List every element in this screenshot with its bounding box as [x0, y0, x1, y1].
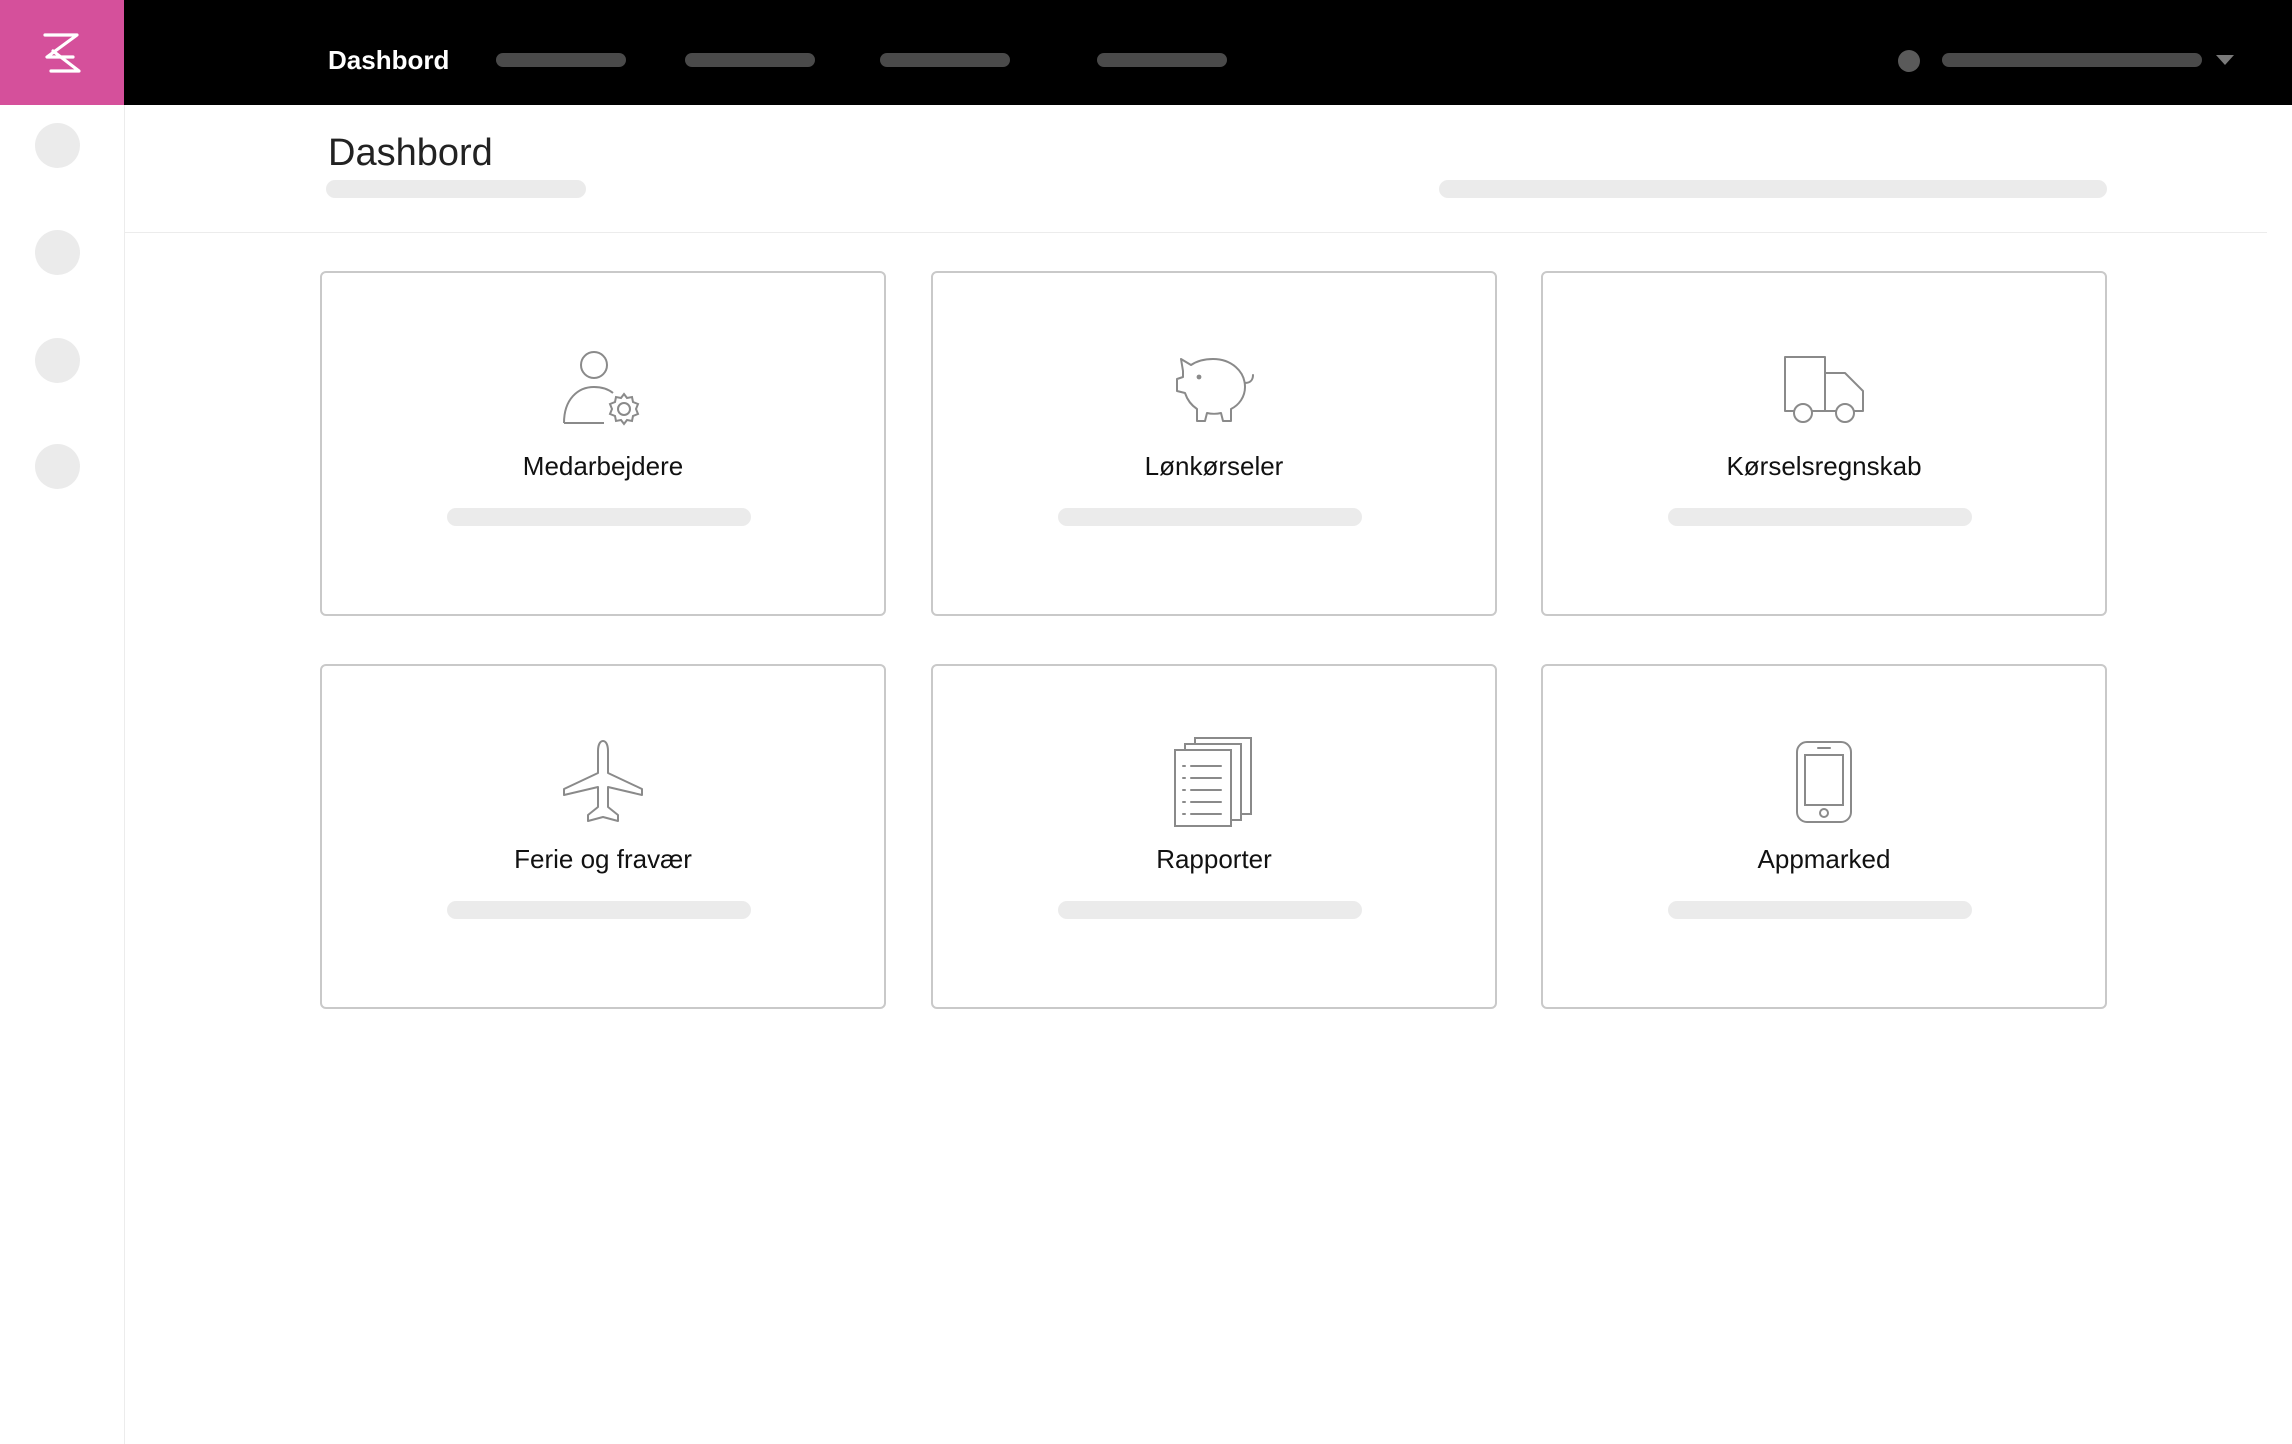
- card-korselsregnskab[interactable]: Kørselsregnskab: [1541, 271, 2107, 616]
- user-name-placeholder[interactable]: [1942, 53, 2202, 67]
- subtitle-placeholder: [326, 180, 586, 198]
- card-description-placeholder: [447, 508, 751, 526]
- card-label: Lønkørseler: [1144, 451, 1284, 481]
- card-label: Rapporter: [1156, 844, 1272, 874]
- card-label: Kørselsregnskab: [1726, 451, 1922, 481]
- card-label: Ferie og fravær: [514, 844, 692, 874]
- card-description-placeholder: [1058, 901, 1362, 919]
- rail-item-4[interactable]: [35, 444, 80, 489]
- user-avatar[interactable]: [1898, 50, 1920, 72]
- nav-item-placeholder-4[interactable]: [1097, 53, 1227, 67]
- card-description-placeholder: [1668, 901, 1972, 919]
- card-medarbejdere[interactable]: Medarbejdere: [320, 271, 886, 616]
- smartphone-icon: [1796, 741, 1852, 823]
- card-lonkorseler[interactable]: Lønkørseler: [931, 271, 1497, 616]
- app-logo[interactable]: [0, 0, 124, 105]
- reports-icon: [1174, 737, 1252, 827]
- page-title: Dashbord: [328, 132, 493, 174]
- rail-item-2[interactable]: [35, 230, 80, 275]
- nav-item-placeholder-3[interactable]: [880, 53, 1010, 67]
- header-right-placeholder: [1439, 180, 2107, 198]
- nav-item-placeholder-1[interactable]: [496, 53, 626, 67]
- left-rail: [0, 105, 125, 1444]
- nav-item-dashboard[interactable]: Dashbord: [328, 42, 449, 78]
- airplane-icon: [563, 740, 643, 822]
- header-divider: [125, 232, 2267, 233]
- card-appmarked[interactable]: Appmarked: [1541, 664, 2107, 1009]
- card-label: Medarbejdere: [522, 451, 684, 481]
- card-rapporter[interactable]: Rapporter: [931, 664, 1497, 1009]
- card-description-placeholder: [447, 901, 751, 919]
- card-label: Appmarked: [1757, 844, 1891, 874]
- piggy-bank-icon: [1176, 358, 1254, 422]
- card-description-placeholder: [1058, 508, 1362, 526]
- zenegy-z-logo-icon: [43, 32, 81, 73]
- card-ferie-og-fravaer[interactable]: Ferie og fravær: [320, 664, 886, 1009]
- rail-item-1[interactable]: [35, 123, 80, 168]
- card-description-placeholder: [1668, 508, 1972, 526]
- top-bar: Dashbord: [0, 0, 2292, 105]
- chevron-down-icon[interactable]: [2216, 55, 2234, 65]
- truck-icon: [1784, 356, 1864, 423]
- nav-item-placeholder-2[interactable]: [685, 53, 815, 67]
- user-gear-icon: [563, 351, 640, 426]
- rail-item-3[interactable]: [35, 338, 80, 383]
